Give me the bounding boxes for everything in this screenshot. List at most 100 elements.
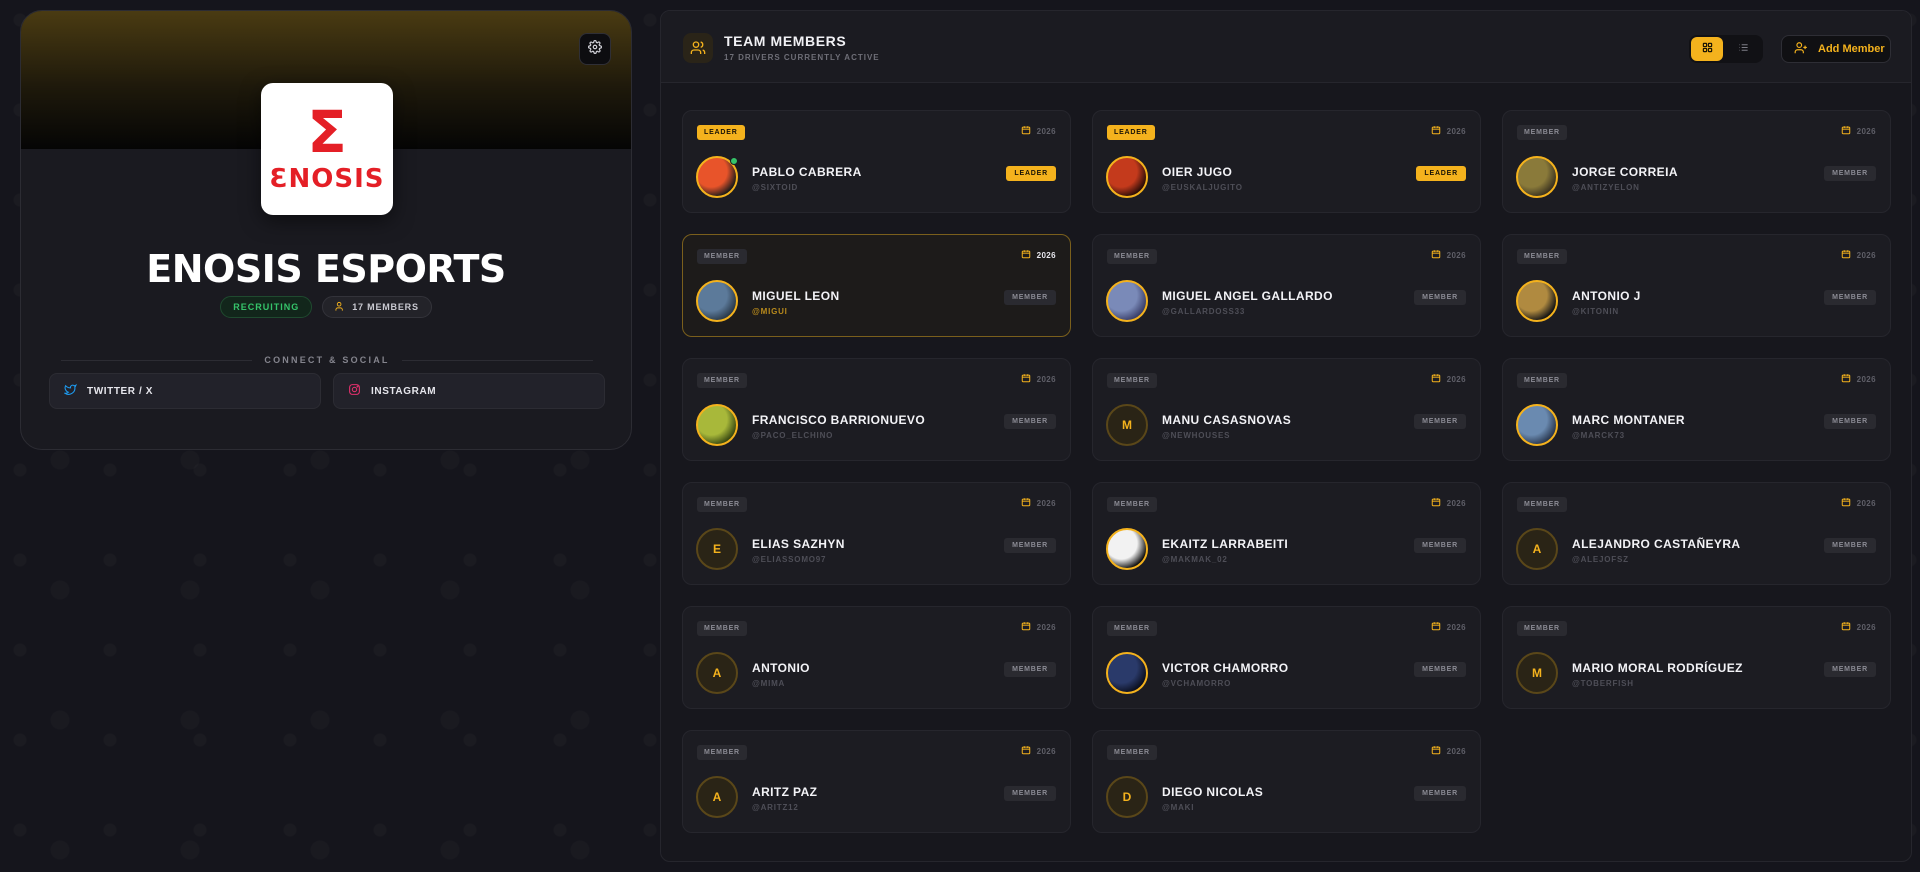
member-year: 2026 bbox=[1841, 125, 1876, 137]
avatar-initial: A bbox=[712, 666, 722, 680]
role-tag: MEMBER bbox=[1414, 662, 1466, 677]
twitter-link[interactable]: TWITTER / X bbox=[49, 373, 321, 409]
member-card[interactable]: MEMBER 2026 FRANCISCO BARRIONUEVO @PACO_… bbox=[682, 358, 1071, 461]
role-pill: MEMBER bbox=[1517, 125, 1567, 140]
member-card[interactable]: MEMBER 2026 EKAITZ LARRABEITI @MAKMAK_02… bbox=[1092, 482, 1481, 585]
member-name: EKAITZ LARRABEITI bbox=[1162, 537, 1289, 551]
avatar-initial: A bbox=[712, 790, 722, 804]
calendar-icon bbox=[1431, 125, 1441, 137]
member-name: VICTOR CHAMORRO bbox=[1162, 661, 1289, 675]
instagram-label: INSTAGRAM bbox=[371, 385, 437, 397]
member-name: DIEGO NICOLAS bbox=[1162, 785, 1264, 799]
member-name: ALEJANDRO CASTAÑEYRA bbox=[1572, 537, 1741, 551]
list-view-button[interactable] bbox=[1727, 37, 1759, 61]
role-tag: MEMBER bbox=[1414, 414, 1466, 429]
member-year-label: 2026 bbox=[1036, 622, 1056, 632]
calendar-icon bbox=[1431, 745, 1441, 757]
member-card[interactable]: LEADER 2026 PABLO CABRERA @SIXTOID LEADE… bbox=[682, 110, 1071, 213]
member-handle: @NEWHOUSES bbox=[1162, 431, 1231, 440]
member-avatar bbox=[1106, 280, 1148, 322]
member-card[interactable]: MEMBER 2026 JORGE CORREIA @ANTIZYELON ME… bbox=[1502, 110, 1891, 213]
member-card[interactable]: MEMBER 2026 E ELIAS SAZHYN @ELIASSOMO97 … bbox=[682, 482, 1071, 585]
member-year-label: 2026 bbox=[1036, 126, 1056, 136]
member-card[interactable]: MEMBER 2026 MIGUEL LEON @MIGUI MEMBER bbox=[682, 234, 1071, 337]
calendar-icon bbox=[1841, 125, 1851, 137]
team-name: ENOSIS ESPORTS bbox=[146, 247, 506, 291]
grid-view-button[interactable] bbox=[1691, 37, 1723, 61]
role-pill: LEADER bbox=[1107, 125, 1155, 140]
member-name: MARC MONTANER bbox=[1572, 413, 1685, 427]
member-avatar: M bbox=[1516, 652, 1558, 694]
member-card[interactable]: MEMBER 2026 MIGUEL ANGEL GALLARDO @GALLA… bbox=[1092, 234, 1481, 337]
role-tag: MEMBER bbox=[1004, 662, 1056, 677]
role-pill: MEMBER bbox=[1107, 249, 1157, 264]
calendar-icon bbox=[1841, 249, 1851, 261]
member-name: MARIO MORAL RODRÍGUEZ bbox=[1572, 661, 1743, 675]
member-year: 2026 bbox=[1021, 373, 1056, 385]
member-year: 2026 bbox=[1021, 249, 1056, 261]
member-year-label: 2026 bbox=[1446, 126, 1466, 136]
member-avatar bbox=[696, 404, 738, 446]
member-card[interactable]: MEMBER 2026 A ARITZ PAZ @ARITZ12 MEMBER bbox=[682, 730, 1071, 833]
member-year: 2026 bbox=[1431, 621, 1466, 633]
member-card[interactable]: MEMBER 2026 VICTOR CHAMORRO @VCHAMORRO M… bbox=[1092, 606, 1481, 709]
panel-subtitle: 17 DRIVERS CURRENTLY ACTIVE bbox=[724, 53, 880, 62]
member-card[interactable]: MEMBER 2026 D DIEGO NICOLAS @MAKI MEMBER bbox=[1092, 730, 1481, 833]
social-links: TWITTER / X INSTAGRAM bbox=[49, 373, 605, 409]
members-count-badge: 17 MEMBERS bbox=[322, 296, 432, 318]
role-pill: MEMBER bbox=[1107, 621, 1157, 636]
member-card[interactable]: MEMBER 2026 M MARIO MORAL RODRÍGUEZ @TOB… bbox=[1502, 606, 1891, 709]
member-card[interactable]: MEMBER 2026 ANTONIO J @KITONIN MEMBER bbox=[1502, 234, 1891, 337]
member-year-label: 2026 bbox=[1856, 126, 1876, 136]
member-name: JORGE CORREIA bbox=[1572, 165, 1678, 179]
role-pill: MEMBER bbox=[1517, 621, 1567, 636]
member-avatar bbox=[1106, 156, 1148, 198]
member-year: 2026 bbox=[1841, 621, 1876, 633]
team-members-panel: TEAM MEMBERS 17 DRIVERS CURRENTLY ACTIVE… bbox=[660, 10, 1912, 862]
member-avatar: E bbox=[696, 528, 738, 570]
team-badges: RECRUITING 17 MEMBERS bbox=[21, 296, 631, 318]
role-tag: MEMBER bbox=[1004, 538, 1056, 553]
panel-header: TEAM MEMBERS 17 DRIVERS CURRENTLY ACTIVE… bbox=[661, 11, 1911, 83]
member-year: 2026 bbox=[1431, 249, 1466, 261]
member-year-label: 2026 bbox=[1856, 374, 1876, 384]
connect-divider: CONNECT & SOCIAL bbox=[61, 355, 594, 365]
role-tag: MEMBER bbox=[1414, 786, 1466, 801]
calendar-icon bbox=[1021, 125, 1031, 137]
member-avatar bbox=[1106, 652, 1148, 694]
member-handle: @EUSKALJUGITO bbox=[1162, 183, 1243, 192]
avatar-initial: D bbox=[1122, 790, 1132, 804]
member-avatar: A bbox=[696, 652, 738, 694]
member-handle: @MARCK73 bbox=[1572, 431, 1625, 440]
instagram-link[interactable]: INSTAGRAM bbox=[333, 373, 605, 409]
member-year: 2026 bbox=[1021, 497, 1056, 509]
member-avatar: M bbox=[1106, 404, 1148, 446]
member-card[interactable]: MEMBER 2026 MARC MONTANER @MARCK73 MEMBE… bbox=[1502, 358, 1891, 461]
role-pill: MEMBER bbox=[697, 373, 747, 388]
role-tag: MEMBER bbox=[1004, 786, 1056, 801]
logo-wordmark: ƐNOSIS bbox=[269, 164, 385, 194]
member-avatar bbox=[1516, 280, 1558, 322]
role-pill: MEMBER bbox=[1107, 745, 1157, 760]
role-tag: MEMBER bbox=[1824, 290, 1876, 305]
member-handle: @ELIASSOMO97 bbox=[752, 555, 827, 564]
add-member-button[interactable]: Add Member bbox=[1781, 35, 1891, 63]
settings-button[interactable] bbox=[579, 33, 611, 65]
member-card[interactable]: MEMBER 2026 A ALEJANDRO CASTAÑEYRA @ALEJ… bbox=[1502, 482, 1891, 585]
role-pill: MEMBER bbox=[1107, 373, 1157, 388]
member-year-label: 2026 bbox=[1036, 250, 1056, 260]
member-name: PABLO CABRERA bbox=[752, 165, 862, 179]
member-year: 2026 bbox=[1841, 373, 1876, 385]
team-users-icon bbox=[683, 33, 713, 63]
role-tag: MEMBER bbox=[1824, 538, 1876, 553]
member-card[interactable]: MEMBER 2026 M MANU CASASNOVAS @NEWHOUSES… bbox=[1092, 358, 1481, 461]
avatar-initial: M bbox=[1122, 418, 1132, 432]
member-card[interactable]: MEMBER 2026 A ANTONIO @MIMA MEMBER bbox=[682, 606, 1071, 709]
member-card[interactable]: LEADER 2026 OIER JUGO @EUSKALJUGITO LEAD… bbox=[1092, 110, 1481, 213]
member-name: OIER JUGO bbox=[1162, 165, 1233, 179]
member-name: FRANCISCO BARRIONUEVO bbox=[752, 413, 926, 427]
member-year-label: 2026 bbox=[1446, 746, 1466, 756]
member-year-label: 2026 bbox=[1856, 498, 1876, 508]
twitter-icon bbox=[63, 383, 77, 399]
member-year-label: 2026 bbox=[1036, 498, 1056, 508]
